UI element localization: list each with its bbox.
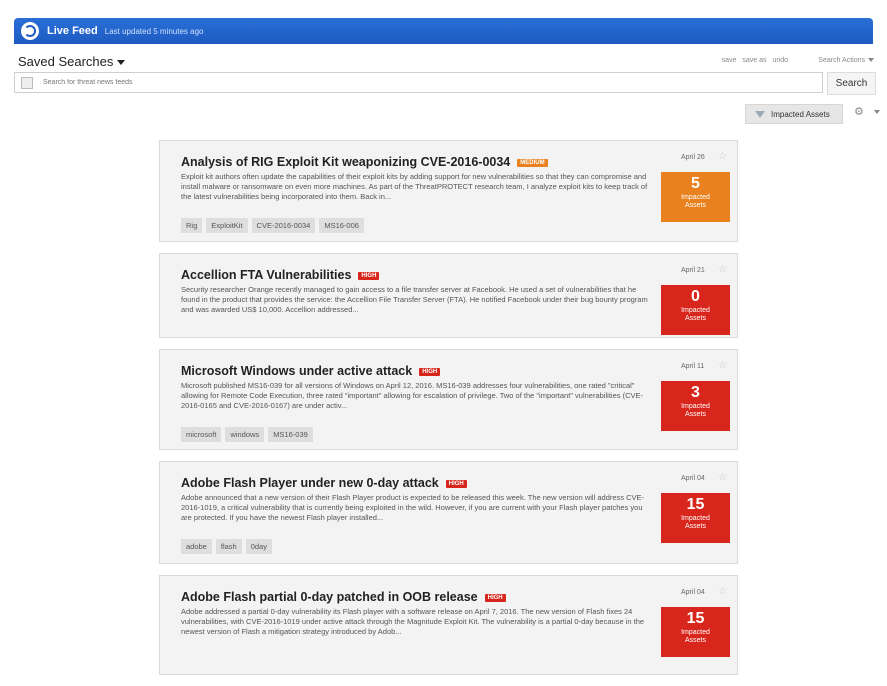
tag[interactable]: windows	[225, 427, 265, 442]
impacted-assets-box[interactable]: 15 Impacted Assets	[661, 493, 730, 543]
impacted-assets-label: Impacted Assets	[661, 515, 730, 531]
tag[interactable]: CVE-2016-0034	[251, 218, 316, 233]
severity-badge: HIGH	[445, 480, 467, 488]
live-feed-header: Live Feed Last updated 5 minutes ago	[14, 18, 873, 44]
feed-list: Analysis of RIG Exploit Kit weaponizing …	[159, 140, 740, 686]
gear-icon[interactable]: ⚙	[854, 105, 864, 118]
card-title[interactable]: Accellion FTA Vulnerabilities HIGH	[181, 268, 380, 282]
severity-badge: HIGH	[358, 272, 380, 280]
last-updated-text: Last updated 5 minutes ago	[104, 26, 204, 36]
card-title-text: Accellion FTA Vulnerabilities	[181, 268, 352, 282]
live-feed-title: Live Feed	[47, 25, 98, 37]
card-summary: Security researcher Orange recently mana…	[181, 285, 648, 314]
impacted-label-line: Assets	[684, 411, 706, 418]
impacted-label-line: Assets	[684, 202, 706, 209]
severity-badge: HIGH	[484, 594, 506, 602]
card-title-text: Adobe Flash partial 0-day patched in OOB…	[181, 590, 478, 604]
tag[interactable]: ExploitKit	[206, 218, 248, 233]
chevron-down-icon[interactable]	[874, 110, 880, 114]
impacted-label-line: Impacted	[681, 515, 710, 522]
card-date: April 26	[681, 154, 705, 161]
tag[interactable]: flash	[215, 539, 242, 554]
star-icon[interactable]: ☆	[718, 360, 727, 371]
card-title-text: Microsoft Windows under active attack	[181, 364, 413, 378]
chevron-down-icon	[117, 60, 126, 66]
saved-search-actions: save save as undo	[718, 57, 788, 64]
card-summary: Exploit kit authors often update the cap…	[181, 172, 648, 201]
impacted-assets-box[interactable]: 3 Impacted Assets	[661, 381, 730, 431]
feed-card[interactable]: Adobe Flash Player under new 0-day attac…	[159, 461, 738, 564]
feed-card[interactable]: Microsoft Windows under active attack HIG…	[159, 349, 738, 450]
tag[interactable]: 0day	[245, 539, 272, 554]
impacted-label-line: Impacted	[681, 629, 710, 636]
impacted-assets-label: Impacted Assets	[661, 629, 730, 645]
star-icon[interactable]: ☆	[718, 586, 727, 597]
feed-card[interactable]: Adobe Flash partial 0-day patched in OOB…	[159, 575, 738, 675]
feed-card[interactable]: Analysis of RIG Exploit Kit weaponizing …	[159, 140, 738, 242]
feed-card[interactable]: Accellion FTA Vulnerabilities HIGH Securit…	[159, 253, 738, 338]
search-actions-dropdown[interactable]: Search Actions	[818, 57, 874, 64]
impacted-assets-count: 3	[691, 384, 700, 401]
tag-list: microsoft windows MS16-039	[181, 427, 313, 442]
saved-searches-dropdown[interactable]: Saved Searches	[18, 54, 126, 69]
impacted-assets-box[interactable]: 5 Impacted Assets	[661, 172, 730, 222]
saved-searches-row: Saved Searches save save as undo Search …	[14, 54, 874, 70]
card-title[interactable]: Analysis of RIG Exploit Kit weaponizing …	[181, 155, 548, 169]
chevron-down-icon	[868, 58, 874, 63]
live-feed-logo-icon	[21, 22, 39, 40]
card-summary: Microsoft published MS16-039 for all ver…	[181, 381, 643, 410]
impacted-label-line: Assets	[684, 523, 706, 530]
tag[interactable]: MS16-006	[319, 218, 364, 233]
saved-searches-label: Saved Searches	[18, 54, 114, 69]
impacted-label-line: Impacted	[681, 403, 710, 410]
severity-badge: MEDIUM	[517, 159, 548, 167]
impacted-label-line: Impacted	[681, 194, 710, 201]
star-icon[interactable]: ☆	[718, 472, 727, 483]
card-title-text: Adobe Flash Player under new 0-day attac…	[181, 476, 439, 490]
tag[interactable]: adobe	[181, 539, 212, 554]
save-as-link[interactable]: save as	[742, 57, 766, 64]
tag[interactable]: Rig	[181, 218, 203, 233]
card-summary: Adobe announced that a new version of th…	[181, 493, 645, 522]
star-icon[interactable]: ☆	[718, 264, 727, 275]
tag[interactable]: microsoft	[181, 427, 222, 442]
impacted-label-line: Assets	[684, 315, 706, 322]
card-title[interactable]: Microsoft Windows under active attack HIG…	[181, 364, 441, 378]
impacted-assets-box[interactable]: 15 Impacted Assets	[661, 607, 730, 657]
impacted-assets-count: 15	[686, 496, 705, 513]
impacted-assets-label: Impacted Assets	[661, 403, 730, 419]
tag[interactable]: MS16-039	[268, 427, 313, 442]
impacted-assets-label: Impacted Assets	[661, 307, 730, 323]
card-title[interactable]: Adobe Flash Player under new 0-day attac…	[181, 476, 467, 490]
undo-link[interactable]: undo	[772, 57, 788, 64]
search-box	[14, 72, 823, 93]
impacted-assets-filter-label: Impacted Assets	[771, 109, 830, 119]
filter-icon	[755, 110, 765, 118]
impacted-assets-count: 15	[686, 610, 705, 627]
impacted-label-line: Assets	[684, 637, 706, 644]
card-summary: Adobe addressed a partial 0-day vulnerab…	[181, 607, 645, 636]
tag-list: adobe flash 0day	[181, 539, 272, 554]
card-date: April 04	[681, 475, 705, 482]
search-actions-label: Search Actions	[818, 57, 865, 64]
star-icon[interactable]: ☆	[718, 151, 727, 162]
impacted-assets-label: Impacted Assets	[661, 194, 730, 210]
card-title[interactable]: Adobe Flash partial 0-day patched in OOB…	[181, 590, 506, 604]
card-date: April 04	[681, 589, 705, 596]
impacted-assets-box[interactable]: 0 Impacted Assets	[661, 285, 730, 335]
severity-badge: HIGH	[419, 368, 441, 376]
card-date: April 21	[681, 267, 705, 274]
search-options-icon[interactable]	[21, 76, 33, 89]
tag-list: Rig ExploitKit CVE-2016-0034 MS16-006	[181, 218, 364, 233]
impacted-assets-count: 5	[691, 175, 700, 192]
impacted-label-line: Impacted	[681, 307, 710, 314]
impacted-assets-filter-button[interactable]: Impacted Assets	[745, 104, 843, 124]
card-title-text: Analysis of RIG Exploit Kit weaponizing …	[181, 155, 511, 169]
save-link[interactable]: save	[722, 57, 737, 64]
search-input[interactable]	[41, 78, 805, 87]
impacted-assets-count: 0	[691, 288, 700, 305]
card-date: April 11	[681, 363, 705, 370]
search-button[interactable]: Search	[827, 72, 876, 95]
